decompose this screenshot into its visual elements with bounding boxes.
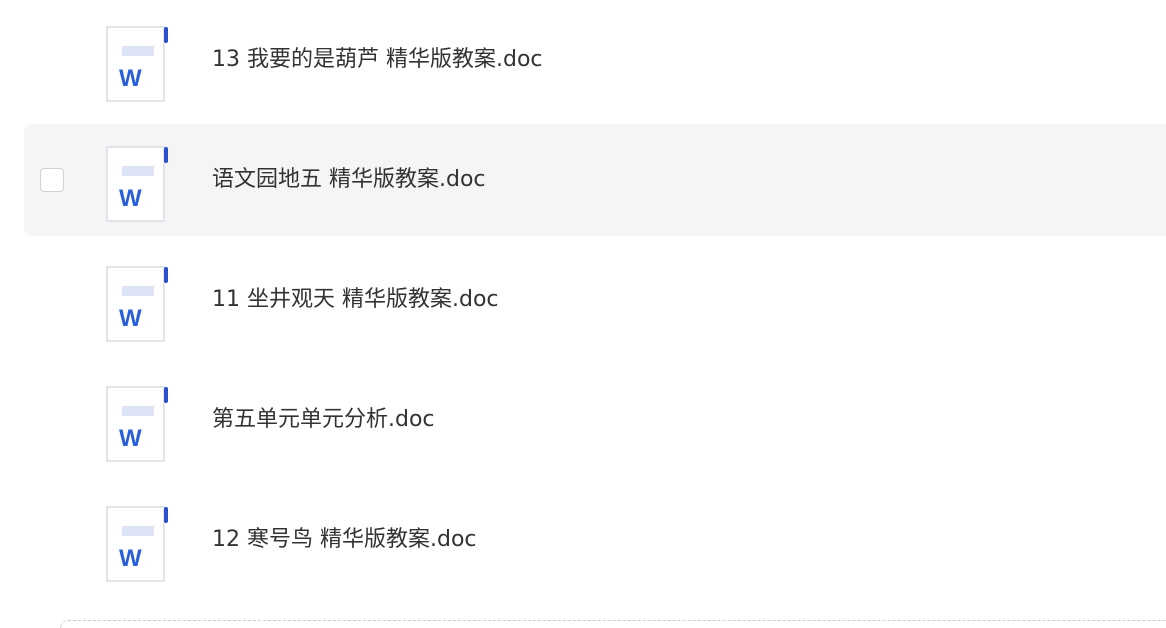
file-name[interactable]: 第五单元单元分析.doc [212, 404, 435, 436]
row-checkbox[interactable] [40, 168, 64, 192]
dashed-divider [60, 620, 1166, 628]
file-row[interactable]: W 11 坐井观天 精华版教案.doc [24, 244, 1166, 356]
file-name[interactable]: 13 我要的是葫芦 精华版教案.doc [212, 44, 543, 76]
file-name[interactable]: 12 寒号鸟 精华版教案.doc [212, 524, 477, 556]
word-icon-letter: W [119, 545, 142, 572]
file-row[interactable]: W 语文园地五 精华版教案.doc [24, 124, 1166, 236]
file-row[interactable]: W 12 寒号鸟 精华版教案.doc [24, 484, 1166, 596]
file-row[interactable]: W 13 我要的是葫芦 精华版教案.doc [24, 4, 1166, 116]
file-name[interactable]: 11 坐井观天 精华版教案.doc [212, 284, 499, 316]
word-icon-letter: W [119, 425, 142, 452]
word-doc-icon: W [106, 146, 168, 222]
word-doc-icon: W [106, 26, 168, 102]
word-icon-letter: W [119, 305, 142, 332]
word-icon-letter: W [119, 185, 142, 212]
file-name[interactable]: 语文园地五 精华版教案.doc [212, 164, 486, 196]
word-doc-icon: W [106, 506, 168, 582]
file-row[interactable]: W 第五单元单元分析.doc [24, 364, 1166, 476]
word-icon-letter: W [119, 65, 142, 92]
word-doc-icon: W [106, 266, 168, 342]
word-doc-icon: W [106, 386, 168, 462]
